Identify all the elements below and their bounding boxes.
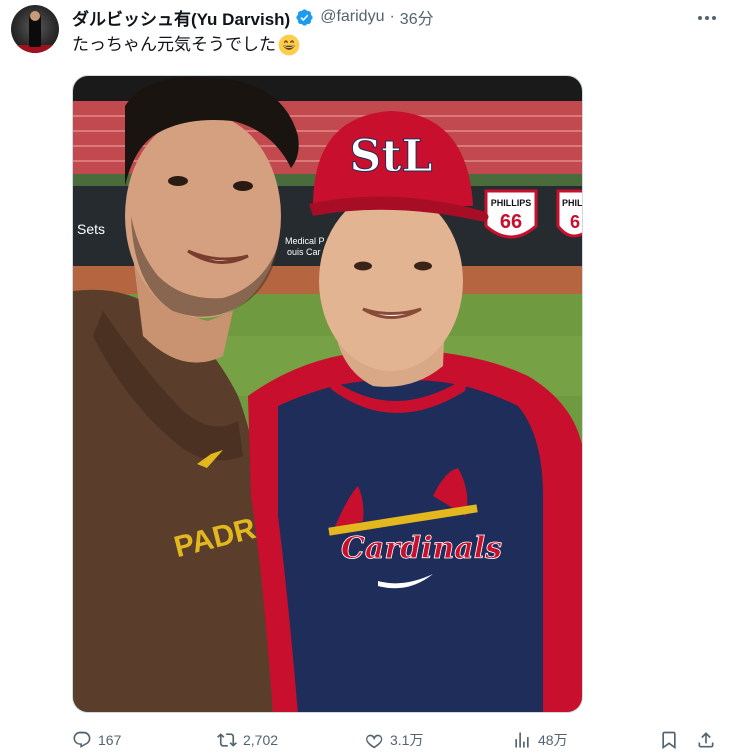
- views-chart-icon: [515, 732, 529, 748]
- reply-count: 167: [98, 732, 122, 748]
- author-handle[interactable]: @faridyu: [320, 8, 384, 26]
- grinning-face-emoji-icon: [278, 34, 300, 56]
- reply-button[interactable]: 167: [72, 728, 121, 752]
- reply-icon: [73, 731, 91, 748]
- author-display-name[interactable]: ダルビッシュ有(Yu Darvish): [72, 5, 290, 30]
- view-count: 48万: [538, 732, 568, 748]
- post-header: ダルビッシュ有(Yu Darvish) @faridyu · 36分: [72, 5, 434, 30]
- more-options-icon[interactable]: [696, 8, 718, 28]
- sponsor-text-1: PHILLIPS: [491, 198, 532, 208]
- photo-illustration: Sets Medical P ouis Car PHILLIPS 66 PHIL…: [73, 76, 583, 712]
- sponsor-text-2: PHILL: [562, 198, 583, 208]
- verified-badge-icon: [296, 8, 313, 26]
- share-button[interactable]: [696, 728, 716, 752]
- sponsor-number: 66: [500, 211, 522, 233]
- post-timestamp[interactable]: 36分: [400, 5, 434, 29]
- post-photo[interactable]: Sets Medical P ouis Car PHILLIPS 66 PHIL…: [72, 75, 583, 713]
- left-sign-text: Sets: [77, 221, 105, 237]
- post-text-content: たっちゃん元気そうでした: [72, 35, 276, 54]
- board-text-line1: Medical P: [285, 236, 325, 246]
- repost-count: 2,702: [243, 732, 279, 748]
- repost-icon: [217, 733, 237, 747]
- share-icon: [698, 732, 714, 748]
- sponsor-number-2: 6: [570, 212, 580, 232]
- meta-separator: ·: [389, 8, 395, 25]
- post-text: たっちゃん元気そうでした: [72, 34, 300, 56]
- cardinals-jersey-text: Cardinals: [341, 531, 502, 566]
- views-button[interactable]: 48万: [512, 728, 568, 752]
- heart-icon: [366, 734, 383, 749]
- avatar-head: [30, 11, 40, 21]
- bookmark-icon: [662, 731, 676, 750]
- like-button[interactable]: 3.1万: [364, 728, 423, 752]
- author-avatar[interactable]: [11, 5, 59, 53]
- board-text-line2: ouis Car: [287, 247, 321, 257]
- bookmark-button[interactable]: [659, 728, 679, 752]
- cap-logo-text: StL: [349, 131, 432, 182]
- repost-button[interactable]: 2,702: [217, 728, 278, 752]
- post-actions-bar: 167 2,702 3.1万 48万: [72, 728, 722, 752]
- like-count: 3.1万: [390, 732, 424, 748]
